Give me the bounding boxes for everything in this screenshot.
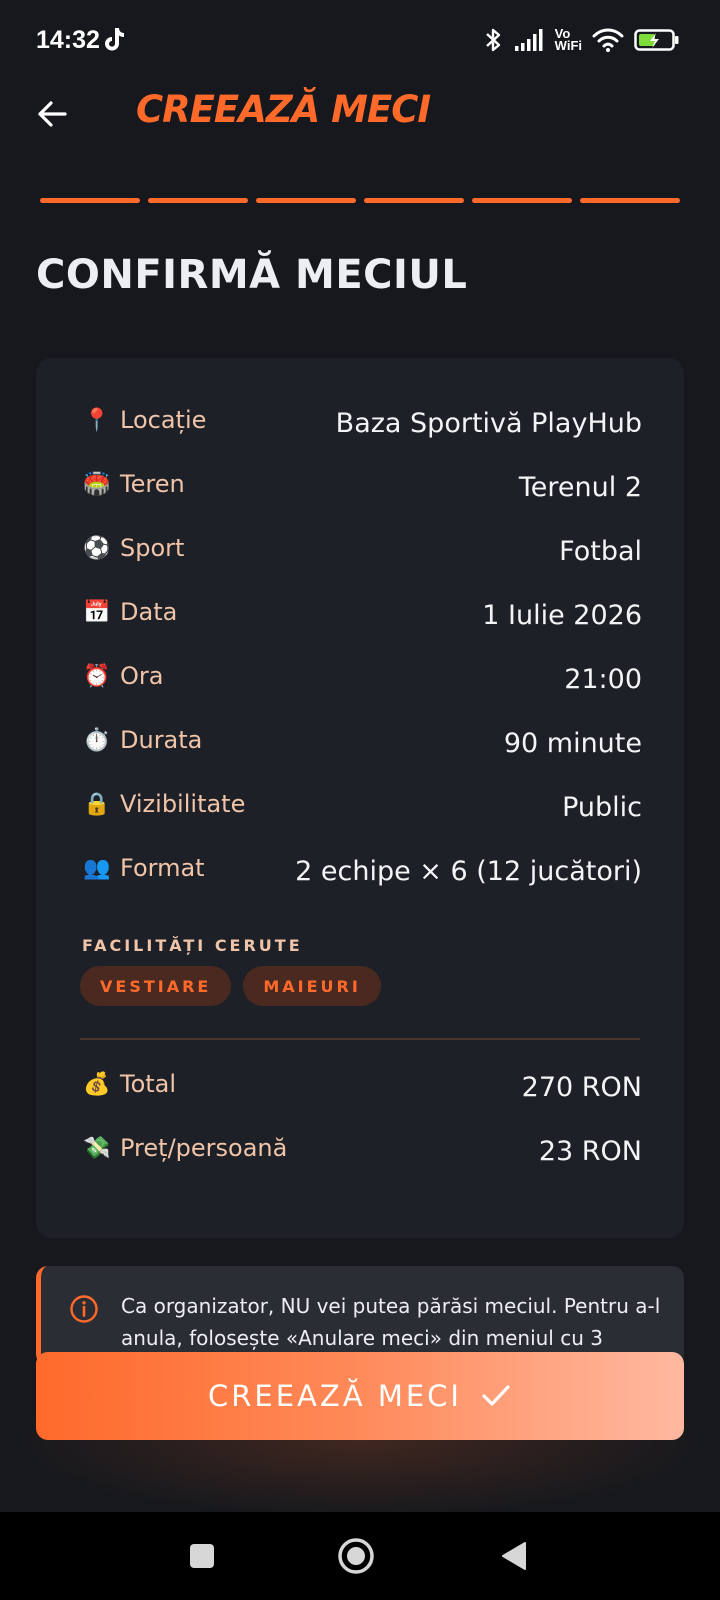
- label-field: Teren: [120, 470, 185, 498]
- info-text: Ca organizator, NU vei putea părăsi meci…: [121, 1294, 661, 1350]
- label-total: Total: [120, 1070, 177, 1098]
- home-circle-icon: [338, 1538, 374, 1574]
- vowifi-line2: WiFi: [554, 38, 582, 53]
- battery-icon: [634, 29, 679, 51]
- value-format: 2 echipe × 6 (12 jucători): [295, 856, 642, 887]
- back-button[interactable]: [30, 92, 74, 136]
- back-nav-button[interactable]: [492, 1534, 536, 1578]
- stadium-icon: 🏟️: [83, 471, 111, 497]
- header-title: CREEAZĂ MECI: [136, 88, 431, 131]
- value-price-per-person: 23 RON: [538, 1136, 642, 1167]
- lock-icon: 🔒: [83, 791, 111, 817]
- recents-button[interactable]: [180, 1534, 224, 1578]
- step-segment-5: [472, 198, 572, 203]
- step-segment-4: [364, 198, 464, 203]
- row-date: 📅 Data 1 Iulie 2026: [82, 598, 642, 638]
- row-format-label: 👥 Format: [82, 854, 205, 882]
- row-field-label: 🏟️ Teren: [82, 470, 185, 498]
- row-field: 🏟️ Teren Terenul 2: [82, 470, 642, 510]
- wifi-icon: [592, 28, 624, 52]
- row-total: 💰 Total 270 RON: [82, 1070, 642, 1110]
- create-match-label: CREEAZĂ MECI: [208, 1379, 462, 1413]
- row-location: 📍 Locație Baza Sportivă PlayHub: [82, 406, 642, 446]
- row-sport-label: ⚽ Sport: [82, 534, 184, 562]
- system-navigation-bar: [0, 1512, 720, 1600]
- label-sport: Sport: [120, 534, 185, 562]
- checkmark-icon: [482, 1385, 510, 1406]
- home-button[interactable]: [334, 1534, 378, 1578]
- status-icons: Vo WiFi: [483, 24, 680, 56]
- triangle-back-icon: [502, 1542, 526, 1570]
- value-sport: Fotbal: [559, 536, 642, 567]
- facilities-label: FACILITĂȚI CERUTE: [82, 936, 303, 955]
- label-time: Ora: [120, 662, 164, 690]
- row-date-label: 📅 Data: [82, 598, 177, 626]
- status-bar: 14:32 Vo WiFi: [0, 0, 720, 80]
- value-date: 1 Iulie 2026: [482, 600, 642, 631]
- row-price-per-person: 💸 Preț/persoană 23 RON: [82, 1134, 642, 1174]
- organizer-info-banner: Ca organizator, NU vei putea părăsi meci…: [36, 1266, 684, 1366]
- status-time: 14:32: [36, 26, 100, 54]
- divider: [80, 1038, 640, 1040]
- label-format: Format: [120, 854, 205, 882]
- label-price-per-person: Preț/persoană: [120, 1134, 288, 1162]
- vowifi-indicator: Vo WiFi: [554, 27, 582, 53]
- money-wings-icon: 💸: [83, 1135, 111, 1161]
- value-visibility: Public: [562, 792, 642, 823]
- value-time: 21:00: [564, 664, 642, 695]
- row-duration-label: ⏱️ Durata: [82, 726, 202, 754]
- row-sport: ⚽ Sport Fotbal: [82, 534, 642, 574]
- money-bag-icon: 💰: [83, 1071, 111, 1097]
- label-visibility: Vizibilitate: [120, 790, 246, 818]
- facilities-chips: VESTIARE MAIEURI: [80, 966, 381, 1006]
- users-icon: 👥: [83, 855, 111, 881]
- row-visibility-label: 🔒 Vizibilitate: [82, 790, 245, 818]
- label-date: Data: [120, 598, 178, 626]
- step-segment-2: [148, 198, 248, 203]
- screen: 14:32 Vo WiFi CREEAZĂ MECI CONFIRMĂ MECI…: [0, 0, 720, 1600]
- alarm-clock-icon: ⏰: [83, 663, 111, 689]
- value-field: Terenul 2: [518, 472, 642, 503]
- value-total: 270 RON: [521, 1072, 642, 1103]
- signal-icon: [514, 29, 543, 51]
- square-icon: [190, 1544, 214, 1568]
- facility-chip: MAIEURI: [243, 966, 381, 1006]
- step-segment-6: [580, 198, 680, 203]
- arrow-left-icon: [38, 101, 67, 127]
- stopwatch-icon: ⏱️: [83, 727, 111, 753]
- create-match-button[interactable]: CREEAZĂ MECI: [36, 1352, 684, 1440]
- summary-card: 📍 Locație Baza Sportivă PlayHub 🏟️ Teren…: [36, 358, 684, 1238]
- row-price-label: 💸 Preț/persoană: [82, 1134, 287, 1162]
- value-duration: 90 minute: [503, 728, 642, 759]
- facility-chip: VESTIARE: [80, 966, 232, 1006]
- value-location: Baza Sportivă PlayHub: [335, 408, 642, 439]
- tiktok-icon: [105, 28, 124, 51]
- step-segment-1: [40, 198, 140, 203]
- row-total-label: 💰 Total: [82, 1070, 176, 1098]
- row-duration: ⏱️ Durata 90 minute: [82, 726, 642, 766]
- info-circle-icon: [70, 1295, 98, 1323]
- label-duration: Durata: [120, 726, 203, 754]
- row-format: 👥 Format 2 echipe × 6 (12 jucători): [82, 854, 642, 894]
- step-segment-3: [256, 198, 356, 203]
- label-location: Locație: [120, 406, 207, 434]
- soccer-ball-icon: ⚽: [83, 535, 111, 561]
- row-time-label: ⏰ Ora: [82, 662, 163, 690]
- pin-icon: 📍: [83, 407, 111, 433]
- bluetooth-icon: [485, 28, 500, 52]
- row-visibility: 🔒 Vizibilitate Public: [82, 790, 642, 830]
- step-progress: [40, 198, 680, 203]
- calendar-icon: 📅: [83, 599, 111, 625]
- row-time: ⏰ Ora 21:00: [82, 662, 642, 702]
- row-location-label: 📍 Locație: [82, 406, 206, 434]
- page-title: CONFIRMĂ MECIUL: [36, 252, 468, 298]
